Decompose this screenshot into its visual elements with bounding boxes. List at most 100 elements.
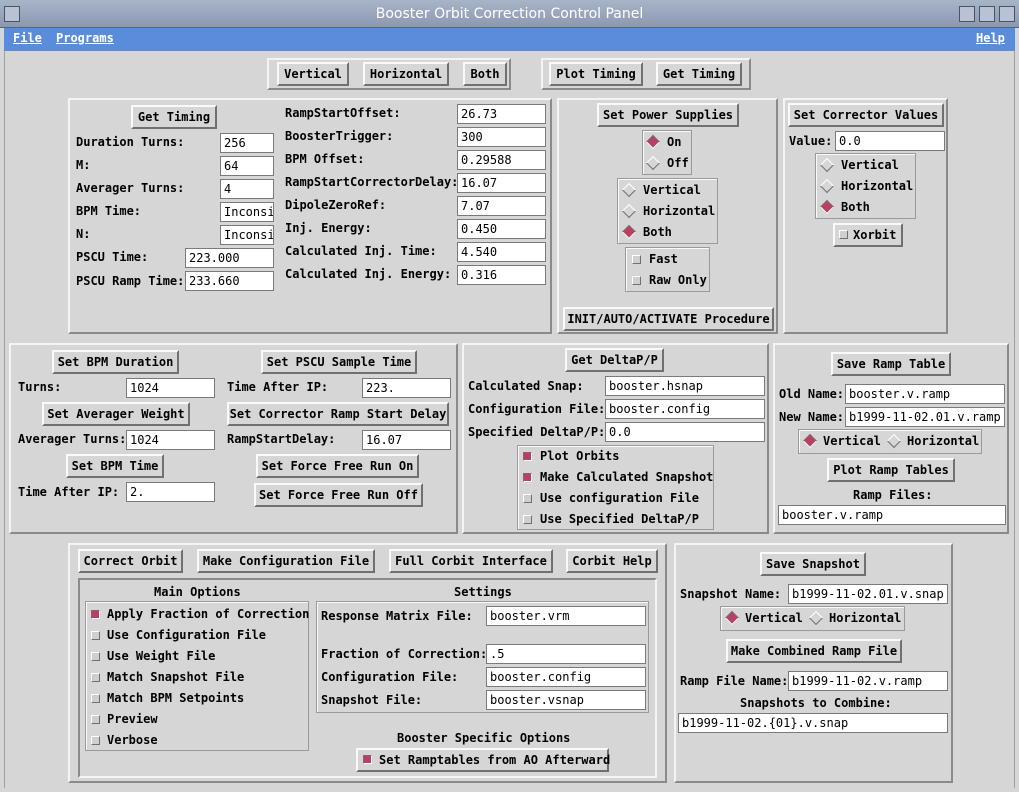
window-menu-icon[interactable] [4, 6, 20, 22]
delta-config-file-field[interactable]: booster.config [605, 399, 765, 419]
window-title: Booster Orbit Correction Control Panel [375, 6, 644, 22]
duration-turns-label: Duration Turns: [76, 135, 185, 149]
pscu-time-after-ip-field[interactable]: 223. [362, 378, 451, 398]
menu-programs[interactable]: Programs [56, 31, 114, 45]
make-config-file-button[interactable]: Make Configuration File [197, 549, 375, 573]
ramp-start-delay-label: RampStartDelay: [227, 432, 336, 446]
calc-snap-field[interactable]: booster.hsnap [605, 376, 765, 396]
plot-ramp-tables-button[interactable]: Plot Ramp Tables [827, 458, 955, 482]
fast-checkbox[interactable] [632, 255, 641, 264]
set-force-free-run-on-button[interactable]: Set Force Free Run On [256, 454, 419, 478]
menu-help[interactable]: Help [976, 31, 1005, 45]
menu-file[interactable]: File [13, 31, 42, 45]
snapshot-file-field[interactable]: booster.vsnap [486, 690, 646, 710]
close-icon[interactable] [999, 6, 1015, 22]
make-combined-ramp-file-button[interactable]: Make Combined Ramp File [726, 639, 902, 663]
raw-only-checkbox[interactable] [632, 276, 641, 285]
turns-field[interactable]: 1024 [126, 378, 215, 398]
pscu-time-label: PSCU Time: [76, 250, 149, 264]
use-config-file-checkbox[interactable] [523, 494, 532, 503]
maximize-icon[interactable] [979, 6, 995, 22]
set-corrector-values-button[interactable]: Set Corrector Values [788, 103, 944, 127]
inj-energy-field[interactable]: 0.450 [457, 219, 546, 239]
averager-turns-field[interactable]: 4 [220, 179, 274, 199]
pscu-ramp-time-field[interactable]: 233.660 [185, 271, 274, 291]
correct-orbit-button[interactable]: Correct Orbit [78, 549, 183, 573]
bpm-offset-field[interactable]: 0.29588 [457, 150, 546, 170]
old-name-field[interactable]: booster.v.ramp [845, 384, 1005, 404]
bpm-averager-turns-label: Averager Turns: [18, 432, 127, 446]
ramp-start-offset-label: RampStartOffset: [285, 106, 401, 120]
pscu-time-field[interactable]: 223.000 [185, 248, 274, 268]
minimize-icon[interactable] [959, 6, 975, 22]
snapshots-to-combine-field[interactable]: b1999-11-02.{01}.v.snap [678, 713, 948, 733]
set-bpm-time-button[interactable]: Set BPM Time [66, 454, 164, 478]
plot-timing-button[interactable]: Plot Timing [549, 62, 643, 86]
preview-label: Preview [107, 712, 158, 726]
use-config-file-label: Use configuration File [540, 491, 699, 505]
set-pscu-sample-time-button[interactable]: Set PSCU Sample Time [261, 350, 417, 374]
save-snapshot-button[interactable]: Save Snapshot [760, 552, 866, 576]
set-ramptables-checkbox[interactable] [363, 755, 372, 764]
set-averager-weight-button[interactable]: Set Averager Weight [42, 402, 190, 426]
n-field[interactable]: Inconsi [220, 225, 274, 245]
bpm-time-field[interactable]: Inconsi [220, 202, 274, 222]
apply-fraction-label: Apply Fraction of Correction [107, 607, 310, 621]
snapshots-to-combine-label: Snapshots to Combine: [740, 696, 892, 710]
use-configuration-file-checkbox[interactable] [91, 631, 100, 640]
get-timing-button[interactable]: Get Timing [131, 105, 217, 129]
use-specified-checkbox[interactable] [523, 515, 532, 524]
ramp-files-field[interactable]: booster.v.ramp [778, 505, 1006, 525]
off-label: Off [667, 156, 689, 170]
init-auto-activate-button[interactable]: INIT/AUTO/ACTIVATE Procedure [563, 307, 774, 331]
both-button[interactable]: Both [463, 62, 507, 86]
m-field[interactable]: 64 [220, 156, 274, 176]
set-force-free-run-off-button[interactable]: Set Force Free Run Off [254, 483, 423, 507]
booster-trigger-field[interactable]: 300 [457, 127, 546, 147]
match-snapshot-checkbox[interactable] [91, 673, 100, 682]
verbose-checkbox[interactable] [91, 736, 100, 745]
make-calc-snapshot-checkbox[interactable] [523, 473, 532, 482]
time-after-ip-field[interactable]: 2. [126, 482, 215, 502]
set-bpm-duration-button[interactable]: Set BPM Duration [52, 350, 179, 374]
turns-label: Turns: [18, 380, 62, 394]
booster-trigger-label: BoosterTrigger: [285, 129, 394, 143]
get-timing-top-button[interactable]: Get Timing [656, 62, 742, 86]
fraction-label: Fraction of Correction: [321, 647, 488, 661]
bpm-averager-turns-field[interactable]: 1024 [126, 430, 215, 450]
preview-checkbox[interactable] [91, 715, 100, 724]
corrector-value-field[interactable]: 0.0 [835, 131, 945, 151]
set-corrector-ramp-start-delay-button[interactable]: Set Corrector Ramp Start Delay [227, 402, 449, 426]
set-power-supplies-button[interactable]: Set Power Supplies [597, 103, 739, 127]
corbit-help-button[interactable]: Corbit Help [566, 549, 658, 573]
orbit-config-file-field[interactable]: booster.config [486, 667, 646, 687]
xorbit-checkbox[interactable] [839, 230, 848, 239]
use-weight-file-checkbox[interactable] [91, 652, 100, 661]
specified-delta-field[interactable]: 0.0 [605, 422, 765, 442]
calc-inj-time-field[interactable]: 4.540 [457, 242, 546, 262]
ramp-files-label: Ramp Files: [853, 488, 933, 502]
horizontal-button[interactable]: Horizontal [363, 62, 449, 86]
vertical-button[interactable]: Vertical [277, 62, 349, 86]
fraction-field[interactable]: .5 [486, 644, 646, 664]
match-bpm-checkbox[interactable] [91, 694, 100, 703]
power-vertical-label: Vertical [643, 183, 701, 197]
ramp-file-name-field[interactable]: b1999-11-02.v.ramp [788, 671, 948, 691]
full-corbit-interface-button[interactable]: Full Corbit Interface [389, 549, 553, 573]
save-ramp-table-button[interactable]: Save Ramp Table [831, 352, 951, 376]
dipole-zero-ref-field[interactable]: 7.07 [457, 196, 546, 216]
ramp-start-offset-field[interactable]: 26.73 [457, 104, 546, 124]
snapshot-name-field[interactable]: b1999-11-02.01.v.snap [788, 584, 948, 604]
ramp-file-name-label: Ramp File Name: [680, 674, 789, 688]
new-name-field[interactable]: b1999-11-02.01.v.ramp [845, 407, 1005, 427]
response-matrix-field[interactable]: booster.vrm [486, 606, 646, 626]
snapshot-horizontal-label: Horizontal [829, 611, 902, 625]
ramp-start-corrector-delay-field[interactable]: 16.07 [457, 173, 546, 193]
orbit-config-file-label: Configuration File: [321, 670, 459, 684]
calc-inj-energy-field[interactable]: 0.316 [457, 265, 546, 285]
duration-turns-field[interactable]: 256 [220, 133, 274, 153]
plot-orbits-checkbox[interactable] [523, 452, 532, 461]
ramp-start-delay-field[interactable]: 16.07 [362, 430, 451, 450]
get-delta-p-button[interactable]: Get DeltaP/P [565, 348, 664, 372]
apply-fraction-checkbox[interactable] [91, 610, 100, 619]
